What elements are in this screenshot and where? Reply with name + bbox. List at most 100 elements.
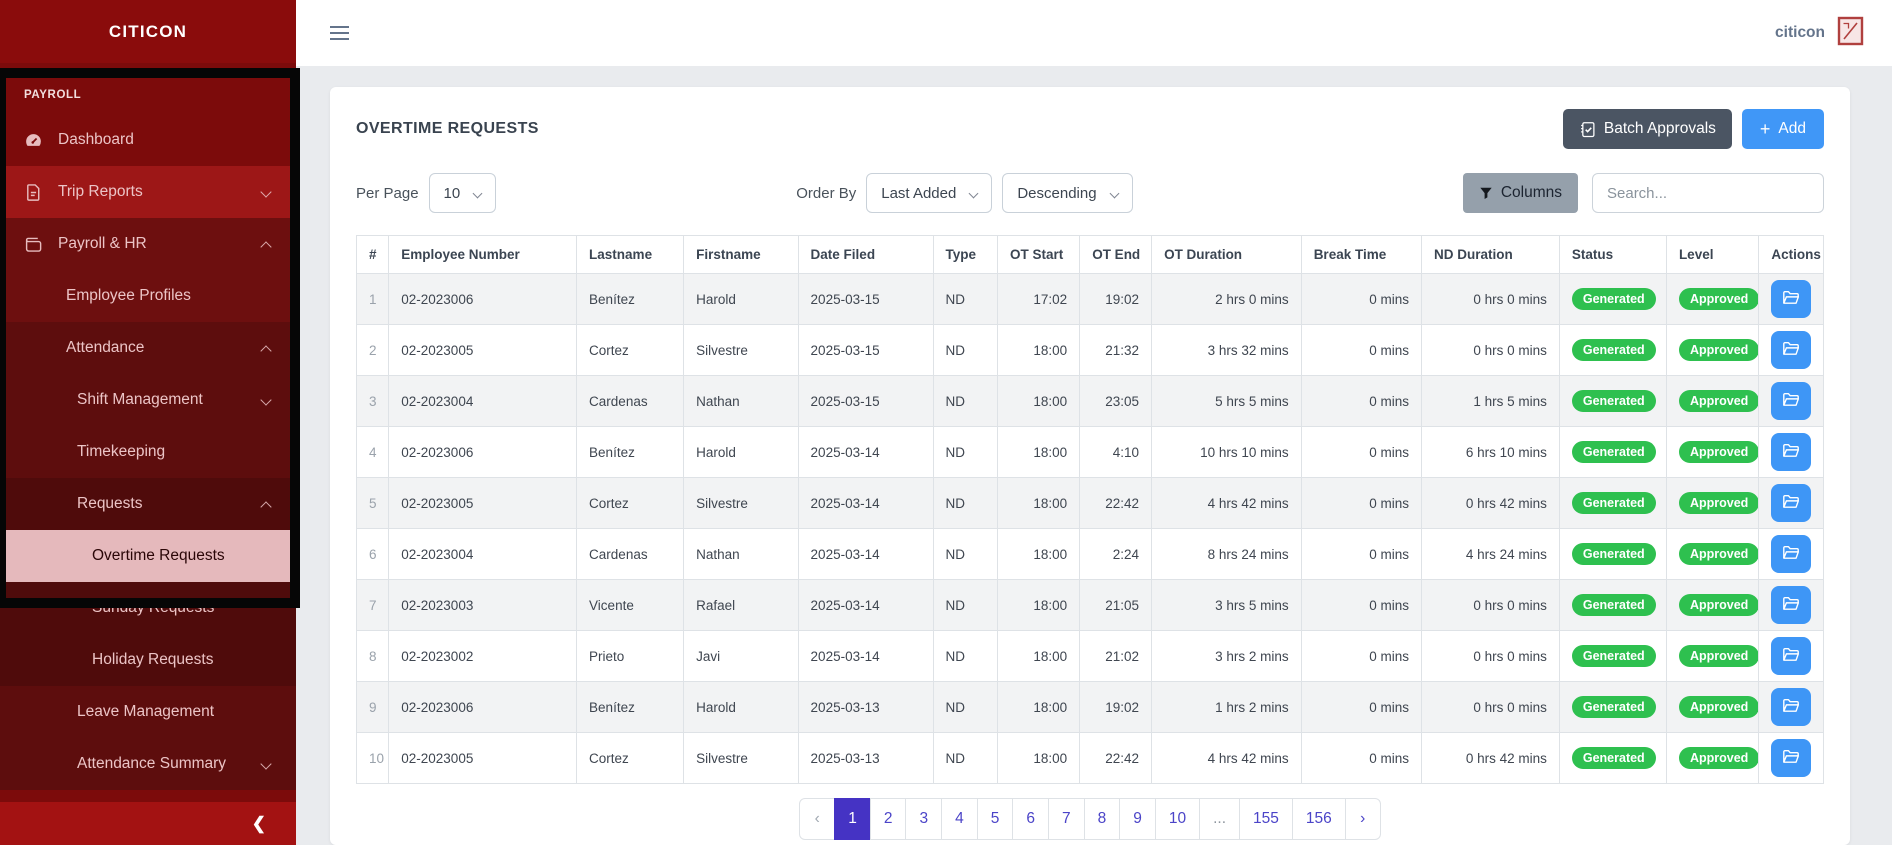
pagination-next[interactable]: › [1344,798,1381,840]
hamburger-icon [330,26,349,28]
broken-image-icon[interactable] [1837,16,1864,51]
table-row: 3 02-2023004 Cardenas Nathan 2025-03-15 ND 18:… [355,375,1824,427]
brand-logo: CITICON [0,0,296,63]
sidebar-item-label: Sunday Requests [92,599,215,616]
folder-icon [1782,697,1800,718]
cell-ot-end: 22:42 [1079,477,1153,529]
sidebar-item-leave-management[interactable]: Leave Management [0,686,296,738]
sidebar-item-attendance-summary[interactable]: Attendance Summary [0,738,296,790]
pagination-prev[interactable]: ‹ [799,798,836,840]
sidebar-toggle-button[interactable] [330,26,349,40]
cell-employee-number: 02-2023006 [388,426,578,478]
batch-approvals-button[interactable]: Batch Approvals [1562,109,1732,149]
cell-break-time: 0 mins [1300,426,1422,478]
cell-actions [1758,732,1824,784]
cell-firstname: Harold [683,681,799,733]
cell-firstname: Silvestre [683,477,799,529]
pagination-page-6[interactable]: 6 [1012,798,1049,840]
sidebar-item-overtime-requests[interactable]: Overtime Requests [0,530,296,582]
overtime-requests-table: # Employee Number Lastname Firstname Date Fi… [355,235,1824,784]
cell-nd-duration: 6 hrs 10 mins [1420,426,1560,478]
folder-icon [1782,748,1800,769]
table-row: 2 02-2023005 Cortez Silvestre 2025-03-15 ND 18… [355,324,1824,376]
sidebar-item-dashboard[interactable]: Dashboard [0,114,296,166]
cell-firstname: Rafael [683,579,799,631]
cell-date-filed: 2025-03-14 [797,630,934,682]
view-request-button[interactable] [1771,433,1812,471]
status-badge: Generated [1571,390,1656,412]
status-badge: Generated [1571,696,1656,718]
cell-ot-duration: 3 hrs 32 mins [1151,324,1302,376]
pagination-page-156[interactable]: 156 [1291,798,1346,840]
column-header-date-filed: Date Filed [797,235,934,274]
pagination-page-1[interactable]: 1 [834,798,871,840]
cell-break-time: 0 mins [1300,732,1422,784]
cell-type: ND [932,528,999,580]
chevron-left-icon: ❮ [251,813,266,833]
cell-break-time: 0 mins [1300,579,1422,631]
order-field-select[interactable]: Last Added [866,173,993,213]
cell-employee-number: 02-2023005 [388,324,578,376]
cell-status: Generated [1558,375,1667,427]
sidebar: CITICON PAYROLL Dashboard Trip Reports Pay… [0,0,296,845]
cell-ot-end: 4:10 [1079,426,1153,478]
level-badge: Approved [1678,390,1758,412]
sidebar-section-label: PAYROLL [24,89,82,101]
search-input[interactable] [1592,173,1824,213]
sidebar-item-attendance[interactable]: Attendance [0,322,296,374]
per-page-select[interactable]: 10 [428,173,497,213]
cell-n: 10 [355,732,390,784]
sidebar-item-requests[interactable]: Requests [0,478,296,530]
cell-status: Generated [1558,630,1667,682]
columns-button[interactable]: Columns [1462,173,1578,213]
view-request-button[interactable] [1771,280,1812,318]
view-request-button[interactable] [1771,535,1812,573]
view-request-button[interactable] [1771,739,1812,777]
sidebar-item-employee-profiles[interactable]: Employee Profiles [0,270,296,322]
view-request-button[interactable] [1771,688,1812,726]
sidebar-item-label: Holiday Requests [92,651,214,668]
pagination-page-155[interactable]: 155 [1239,798,1293,840]
cell-firstname: Harold [683,426,799,478]
sidebar-item-payroll-hr[interactable]: Payroll & HR [0,218,296,270]
cell-employee-number: 02-2023002 [388,630,578,682]
folder-icon [1782,442,1800,463]
table-row: 4 02-2023006 Benítez Harold 2025-03-14 ND 18:0… [355,426,1824,478]
sidebar-collapse-button[interactable]: ❮ [0,802,296,845]
order-direction-select[interactable]: Descending [1002,173,1133,213]
journal-check-icon [1581,121,1595,137]
chevron-up-icon [260,345,272,357]
sidebar-item-trip-reports[interactable]: Trip Reports [0,166,296,218]
sidebar-item-holiday-requests[interactable]: Holiday Requests [0,634,296,686]
cell-actions [1758,375,1824,427]
pagination-page-4[interactable]: 4 [941,798,978,840]
pagination-page-9[interactable]: 9 [1119,798,1156,840]
column-header-firstname: Firstname [683,235,799,274]
view-request-button[interactable] [1771,484,1812,522]
pagination-page-10[interactable]: 10 [1154,798,1201,840]
view-request-button[interactable] [1771,586,1812,624]
pagination-page-5[interactable]: 5 [976,798,1014,840]
cell-status: Generated [1558,324,1667,376]
cell-ot-end: 21:32 [1079,324,1153,376]
column-header-actions: Actions [1758,235,1824,274]
pagination-page-3[interactable]: 3 [905,798,943,840]
cell-nd-duration: 0 hrs 0 mins [1420,681,1560,733]
view-request-button[interactable] [1771,637,1812,675]
pagination-page-7[interactable]: 7 [1047,798,1085,840]
sidebar-item-shift-management[interactable]: Shift Management [0,374,296,426]
pagination-ellipsis: ... [1199,798,1241,840]
view-request-button[interactable] [1771,382,1812,420]
table-row: 6 02-2023004 Cardenas Nathan 2025-03-14 ND 18:… [355,528,1824,580]
sidebar-item-timekeeping[interactable]: Timekeeping [0,426,296,478]
cell-ot-duration: 3 hrs 2 mins [1151,630,1302,682]
view-request-button[interactable] [1771,331,1812,369]
cell-employee-number: 02-2023003 [388,579,578,631]
cell-nd-duration: 1 hrs 5 mins [1420,375,1560,427]
sidebar-item-sunday-requests[interactable]: Sunday Requests [0,582,296,634]
cell-date-filed: 2025-03-14 [797,477,934,529]
pagination-page-8[interactable]: 8 [1083,798,1121,840]
plus-icon: + [1759,118,1771,139]
add-button[interactable]: + Add [1741,109,1824,149]
pagination-page-2[interactable]: 2 [869,798,907,840]
